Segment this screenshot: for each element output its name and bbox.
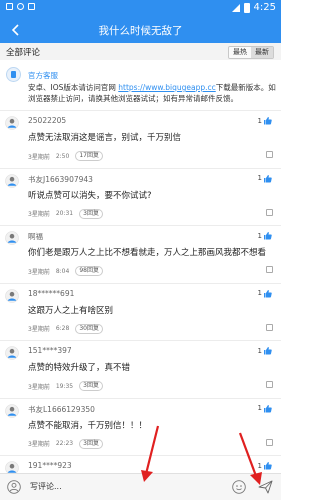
notice-text-before: 安卓、IOS版本请访问官网 — [28, 83, 119, 92]
status-notification-icons — [6, 3, 35, 10]
comment-meta: 3星期前 22:23 3回复 — [28, 438, 103, 449]
comment-item: 啊福 1 你们老是跟万人之上比不想看就走，万人之上那画风我都不想看 3星期前 8… — [0, 225, 281, 283]
comment-clock: 8:04 — [55, 267, 70, 275]
status-bar: 4:25 — [0, 0, 281, 17]
comment-username[interactable]: 25022205 — [28, 116, 66, 125]
user-avatar-icon[interactable] — [5, 231, 19, 245]
comment-time: 3星期前 — [28, 326, 50, 333]
comment-text: 这跟万人之上有啥区别 — [28, 305, 114, 316]
reply-count-button[interactable]: 3回复 — [79, 438, 103, 449]
comment-meta: 3星期前 2:50 17回复 — [28, 151, 103, 161]
user-avatar-icon[interactable] — [5, 288, 19, 303]
user-avatar-icon[interactable] — [5, 403, 19, 418]
comments-section-header: 全部评论 最热 最新 — [0, 43, 281, 60]
more-options-icon[interactable] — [266, 151, 273, 158]
notice-link[interactable]: https://www.biqugeapp.cc — [118, 83, 215, 92]
comment-text: 点赞的特效升级了，真不错 — [28, 363, 131, 373]
comment-meta: 3星期前 6:28 30回复 — [28, 323, 103, 334]
annotation-arrow-left — [141, 425, 160, 482]
like-button[interactable]: 1 — [258, 116, 272, 125]
user-avatar-icon[interactable] — [5, 346, 19, 360]
comment-username[interactable]: 191****923 — [28, 461, 72, 470]
like-count: 1 — [257, 116, 262, 125]
reply-count-button[interactable]: 3回复 — [79, 381, 103, 391]
more-options-icon[interactable] — [266, 266, 273, 273]
status-time: 4:25 — [253, 2, 276, 13]
like-count: 1 — [257, 346, 262, 355]
comment-text: 你们老是跟万人之上比不想看就走，万人之上那画风我都不想看 — [28, 248, 267, 258]
like-button[interactable]: 1 — [258, 231, 272, 240]
notification-icon — [6, 3, 13, 10]
official-logo-icon — [6, 67, 21, 82]
comment-item: 25022205 1 点赞无法取消这是谣言，别试，千万别信 3星期前 2:50 … — [0, 110, 281, 168]
user-avatar-icon[interactable] — [5, 173, 19, 188]
like-button[interactable]: 1 — [258, 346, 272, 355]
comment-clock: 22:23 — [55, 440, 74, 447]
reply-count-button[interactable]: 3回复 — [79, 208, 103, 219]
comment-text: 点赞无法取消这是谣言，别试，千万别信 — [28, 133, 182, 143]
signal-icon — [231, 3, 240, 12]
like-count: 1 — [257, 289, 262, 297]
more-options-icon[interactable] — [266, 208, 273, 216]
comment-text: 听说点赞可以消失，要不你试试? — [28, 190, 152, 201]
sync-icon — [17, 3, 24, 10]
sort-hottest-button[interactable]: 最热 — [229, 47, 251, 58]
page-title: 我什么时候无敌了 — [98, 25, 183, 37]
comment-meta: 3星期前 8:04 98回复 — [28, 266, 103, 276]
annotation-arrow-right — [238, 432, 262, 485]
like-button[interactable]: 1 — [258, 404, 272, 413]
like-button[interactable]: 1 — [258, 174, 272, 183]
reply-count-button[interactable]: 98回复 — [75, 266, 103, 276]
comment-username[interactable]: 书友J1663907943 — [28, 174, 93, 185]
comment-item: 151****397 1 点赞的特效升级了，真不错 3星期前 19:35 3回复 — [0, 340, 281, 398]
comment-text: 点赞不能取消，千万别信！！！ — [28, 420, 148, 431]
comment-clock: 19:35 — [55, 382, 74, 390]
more-options-icon[interactable] — [266, 381, 273, 388]
reply-count-button[interactable]: 17回复 — [75, 151, 103, 161]
battery-icon — [243, 2, 250, 13]
comment-input[interactable]: 写评论... — [30, 479, 220, 495]
like-count: 1 — [257, 174, 262, 182]
reply-count-button[interactable]: 30回复 — [75, 323, 103, 334]
user-avatar-icon[interactable] — [5, 116, 19, 130]
comment-username[interactable]: 151****397 — [28, 346, 72, 355]
notice-author: 官方客服 — [28, 71, 58, 80]
notice-text: 安卓、IOS版本请访问官网 https://www.biqugeapp.cc下载… — [28, 82, 276, 104]
comment-clock: 2:50 — [55, 152, 70, 160]
more-options-icon[interactable] — [266, 323, 273, 331]
app-notification-icon — [28, 3, 35, 10]
comment-time: 3星期前 — [28, 441, 50, 448]
app-header: 我什么时候无敌了 — [0, 17, 281, 43]
comment-item: 书友J1663907943 1 听说点赞可以消失，要不你试试? 3星期前 20:… — [0, 167, 281, 226]
comment-username[interactable]: 书友L1666129350 — [28, 404, 95, 415]
section-label: 全部评论 — [6, 48, 41, 58]
comment-item: 18******691 1 这跟万人之上有啥区别 3星期前 6:28 30回复 — [0, 282, 281, 341]
sort-toggle: 最热 最新 — [228, 46, 274, 59]
comment-time: 3星期前 — [28, 383, 50, 391]
comment-username[interactable]: 啊福 — [28, 231, 43, 242]
like-count: 1 — [257, 404, 262, 412]
user-profile-icon[interactable] — [7, 480, 21, 494]
official-notice: 官方客服 安卓、IOS版本请访问官网 https://www.biqugeapp… — [0, 60, 281, 110]
thumbs-up-icon — [264, 174, 272, 182]
comment-time: 3星期前 — [28, 268, 50, 276]
thumbs-up-icon — [264, 232, 272, 240]
comment-username[interactable]: 18******691 — [28, 289, 74, 298]
thumbs-up-icon — [264, 117, 272, 125]
comment-clock: 6:28 — [55, 325, 70, 332]
comment-time: 3星期前 — [28, 211, 50, 218]
like-button[interactable]: 1 — [258, 289, 272, 298]
sort-newest-button[interactable]: 最新 — [251, 47, 273, 58]
thumbs-up-icon — [264, 404, 272, 412]
more-options-icon[interactable] — [266, 438, 273, 446]
like-count: 1 — [257, 231, 262, 240]
comment-meta: 3星期前 20:31 3回复 — [28, 208, 103, 219]
comment-meta: 3星期前 19:35 3回复 — [28, 381, 103, 391]
status-system-icons: 4:25 — [231, 2, 276, 13]
thumbs-up-icon — [264, 347, 272, 355]
thumbs-up-icon — [264, 289, 272, 297]
comment-clock: 20:31 — [55, 210, 74, 217]
comment-time: 3星期前 — [28, 153, 50, 161]
